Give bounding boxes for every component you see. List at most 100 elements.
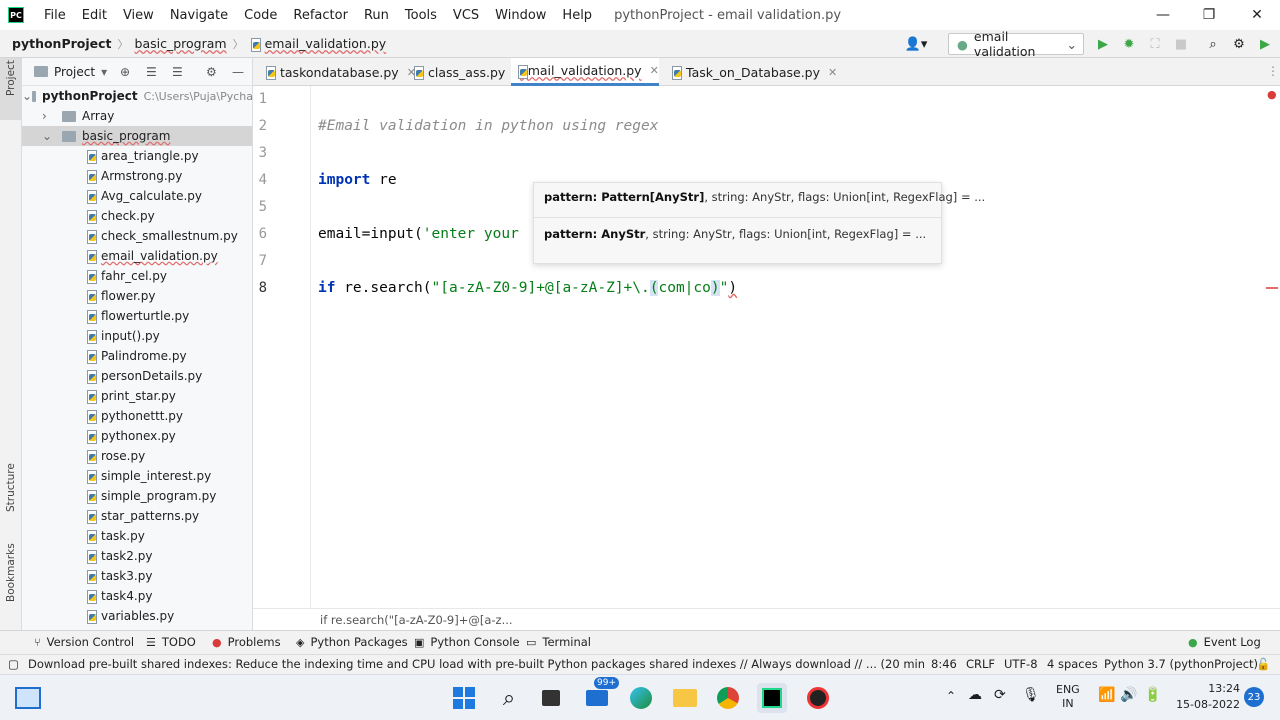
menu-file[interactable]: File	[36, 8, 74, 23]
battery-icon[interactable]: 🔋	[1144, 687, 1161, 703]
tree-file-item[interactable]: email_validation.py	[22, 246, 218, 266]
expand-all-icon[interactable]: ☰	[146, 65, 157, 79]
caret-position[interactable]: 8:46	[931, 657, 957, 671]
menu-vcs[interactable]: VCS	[445, 8, 487, 23]
menu-navigate[interactable]: Navigate	[162, 8, 236, 23]
notification-badge[interactable]: 23	[1244, 687, 1264, 707]
tree-file-item[interactable]: simple_program.py	[22, 486, 216, 506]
tree-file-item[interactable]: check.py	[22, 206, 155, 226]
project-stripe-tab[interactable]: Project	[0, 58, 22, 120]
tree-file-item[interactable]: Avg_calculate.py	[22, 186, 202, 206]
recording-app-icon[interactable]	[803, 683, 833, 713]
tree-file-item[interactable]: variables.py	[22, 606, 174, 626]
python-interpreter[interactable]: Python 3.7 (pythonProject)	[1104, 657, 1258, 671]
run-icon[interactable]: ▶	[1094, 35, 1112, 53]
clock[interactable]: 13:24 15-08-2022	[1172, 681, 1240, 713]
python-console-button[interactable]: ▣ Python Console	[414, 635, 520, 649]
chevron-right-icon[interactable]: ›	[42, 109, 62, 123]
event-log-button[interactable]: ● Event Log	[1188, 635, 1261, 649]
gear-icon[interactable]: ⚙	[1230, 35, 1248, 53]
status-message[interactable]: Download pre-built shared indexes: Reduc…	[28, 657, 924, 671]
todo-button[interactable]: ☰ TODO	[146, 635, 196, 649]
project-view-select[interactable]: Project	[54, 65, 95, 79]
tab-email-validation[interactable]: email_validation.py ✕	[511, 58, 659, 86]
breadcrumb-file[interactable]: email_validation.py	[265, 36, 387, 51]
menu-window[interactable]: Window	[487, 8, 554, 23]
menu-help[interactable]: Help	[554, 8, 600, 23]
cloud-icon[interactable]: ☁	[968, 687, 982, 703]
tree-file-item[interactable]: input().py	[22, 326, 160, 346]
indent-setting[interactable]: 4 spaces	[1047, 657, 1098, 671]
widgets-icon[interactable]	[13, 683, 43, 713]
task-view-icon[interactable]	[536, 683, 566, 713]
mail-icon[interactable]: 99+	[582, 677, 619, 713]
chrome-icon[interactable]	[713, 683, 743, 713]
tree-folder-basic-program[interactable]: ⌄ basic_program	[22, 126, 252, 146]
chevron-up-icon[interactable]: ⌃	[946, 689, 956, 703]
tree-file-item[interactable]: task4.py	[22, 586, 152, 606]
minimize-button[interactable]: —	[1140, 0, 1186, 30]
tree-file-item[interactable]: task.py	[22, 526, 145, 546]
code-editor[interactable]: #Email validation in python using regex …	[311, 86, 1280, 608]
menu-edit[interactable]: Edit	[74, 8, 115, 23]
code-with-me-icon[interactable]: ▶	[1256, 35, 1274, 53]
version-control-button[interactable]: ⑂ Version Control	[34, 635, 134, 649]
tree-root-row[interactable]: ⌄ pythonProject C:\Users\Puja\Pycha	[22, 86, 252, 106]
breadcrumb-project[interactable]: pythonProject	[12, 36, 112, 51]
problems-button[interactable]: ● Problems	[212, 635, 281, 649]
tree-file-item[interactable]: flowerturtle.py	[22, 306, 189, 326]
error-indicator-icon[interactable]: ●	[1267, 88, 1277, 101]
settings-gear-icon[interactable]: ⚙	[206, 65, 217, 79]
language-indicator[interactable]: ENG IN	[1056, 683, 1080, 711]
pycharm-taskbar-icon[interactable]	[757, 683, 787, 713]
chevron-down-icon[interactable]: ⌄	[22, 89, 32, 103]
close-tab-icon[interactable]: ✕	[828, 66, 837, 79]
coverage-icon[interactable]: ⛶	[1146, 35, 1164, 53]
error-marker[interactable]	[1266, 287, 1278, 289]
debug-icon[interactable]: ✹	[1120, 35, 1138, 53]
more-tabs-icon[interactable]: ⋮	[1267, 64, 1279, 78]
tree-folder-array[interactable]: › Array	[22, 106, 114, 126]
collapse-all-icon[interactable]: ☰	[172, 65, 183, 79]
hide-panel-icon[interactable]: —	[232, 65, 244, 79]
volume-icon[interactable]: 🔊	[1120, 687, 1137, 703]
menu-tools[interactable]: Tools	[397, 8, 445, 23]
sync-icon[interactable]: ⟳	[994, 687, 1006, 703]
tree-file-item[interactable]: task3.py	[22, 566, 152, 586]
bookmarks-stripe-tab[interactable]: Bookmarks	[5, 543, 17, 602]
tree-file-item[interactable]: simple_interest.py	[22, 466, 211, 486]
locate-file-icon[interactable]: ⊕	[120, 65, 130, 79]
file-explorer-icon[interactable]	[670, 683, 700, 713]
menu-view[interactable]: View	[115, 8, 162, 23]
run-configuration-select[interactable]: ● email validation ⌄	[948, 29, 1084, 59]
lock-icon[interactable]: 🔓	[1256, 657, 1270, 671]
tree-file-item[interactable]: pythonex.py	[22, 426, 176, 446]
python-packages-button[interactable]: ◈ Python Packages	[296, 635, 408, 649]
tab-taskondatabase[interactable]: taskondatabase.py ✕	[259, 58, 422, 86]
menu-code[interactable]: Code	[236, 8, 285, 23]
tab-task-on-database[interactable]: Task_on_Database.py ✕	[665, 58, 843, 86]
close-tab-icon[interactable]: ✕	[650, 64, 659, 77]
chevron-down-icon[interactable]: ▾	[101, 65, 107, 79]
status-panel-icon[interactable]: ▢	[8, 657, 19, 671]
line-separator[interactable]: CRLF	[966, 657, 995, 671]
tree-file-item[interactable]: print_star.py	[22, 386, 176, 406]
structure-stripe-tab[interactable]: Structure	[5, 463, 17, 512]
tree-file-item[interactable]: flower.py	[22, 286, 155, 306]
restore-button[interactable]: ❐	[1186, 0, 1232, 30]
tree-file-item[interactable]: personDetails.py	[22, 366, 202, 386]
stop-icon[interactable]: ■	[1172, 35, 1190, 53]
file-encoding[interactable]: UTF-8	[1004, 657, 1038, 671]
tree-file-item[interactable]: star_patterns.py	[22, 506, 199, 526]
tree-file-item[interactable]: area_triangle.py	[22, 146, 199, 166]
edge-icon[interactable]	[626, 683, 656, 713]
tree-file-item[interactable]: Palindrome.py	[22, 346, 187, 366]
breadcrumb-folder[interactable]: basic_program	[135, 36, 227, 51]
wifi-icon[interactable]: 📶	[1098, 687, 1115, 703]
tree-file-item[interactable]: fahr_cel.py	[22, 266, 167, 286]
tree-file-item[interactable]: Armstrong.py	[22, 166, 182, 186]
start-icon[interactable]	[449, 683, 479, 713]
tree-file-item[interactable]: task2.py	[22, 546, 152, 566]
search-icon[interactable]: ⌕	[494, 683, 524, 713]
tree-file-item[interactable]: check_smallestnum.py	[22, 226, 238, 246]
